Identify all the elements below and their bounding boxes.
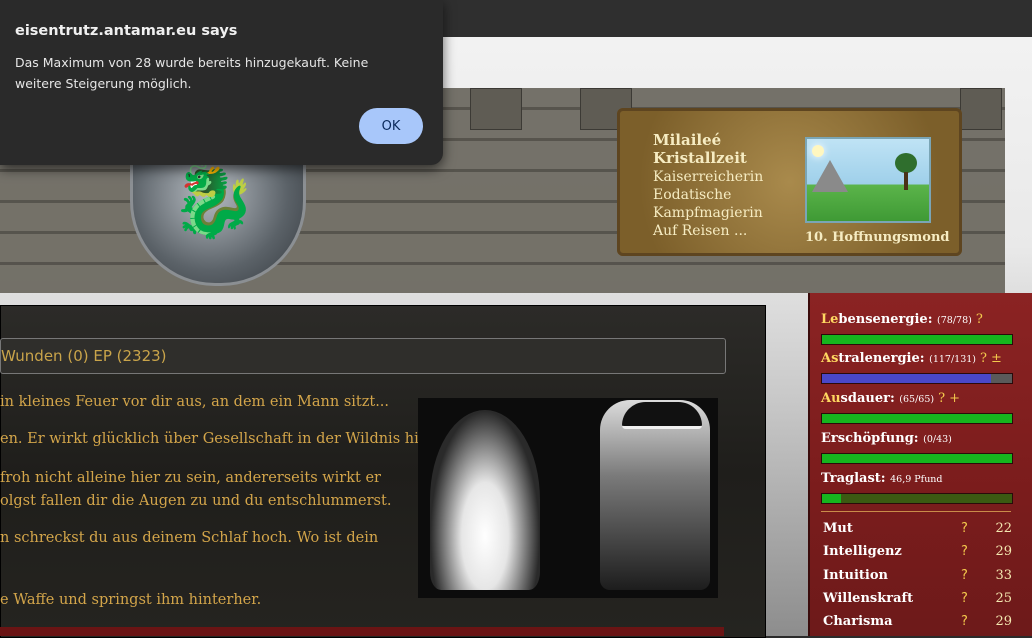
help-icon[interactable]: ? xyxy=(961,544,968,559)
character-name-line1: Milaileé xyxy=(653,131,722,149)
stats-divider xyxy=(821,511,1011,512)
ausdauer-label: Ausdauer: (65/65)? + xyxy=(821,391,960,406)
attr-intelligenz[interactable]: Intelligenz xyxy=(823,544,902,559)
castle-merlon xyxy=(470,88,522,130)
story-line: in kleines Feuer vor dir aus, an dem ein… xyxy=(0,394,390,410)
help-icon[interactable]: ? xyxy=(961,591,968,606)
panel-header: Wunden (0) EP (2323) xyxy=(0,338,726,374)
alert-dialog: eisentrutz.antamar.eu says Das Maximum v… xyxy=(0,0,443,165)
help-icon[interactable]: ? xyxy=(980,351,987,366)
lebensenergie-label: Lebensenergie: (78/78)? xyxy=(821,312,983,327)
mountain-icon xyxy=(812,160,848,192)
tree-trunk xyxy=(904,172,908,190)
tree-icon xyxy=(895,153,917,173)
help-icon[interactable]: ? xyxy=(976,312,983,327)
story-line: n schreckst du aus deinem Schlaf hoch. W… xyxy=(0,530,379,546)
ok-button[interactable]: OK xyxy=(359,108,423,144)
story-line: froh nicht alleine hier zu sein, anderer… xyxy=(0,470,381,486)
attr-value: 29 xyxy=(995,544,1012,559)
castle-merlon xyxy=(960,88,1002,130)
regenerate-icon[interactable]: ± xyxy=(991,351,1002,366)
game-date: 10. Hoffnungsmond xyxy=(805,230,950,245)
attr-charisma[interactable]: Charisma xyxy=(823,614,893,629)
character-origin: Kaiserreicherin xyxy=(653,169,764,185)
story-line: en. Er wirkt glücklich über Gesellschaft… xyxy=(0,431,438,447)
traglast-label: Traglast: 46,9 Pfund xyxy=(821,471,943,486)
increase-icon[interactable]: + xyxy=(949,391,960,406)
ausdauer-bar xyxy=(821,413,1013,424)
wounds-ep-label: Wunden (0) EP (2323) xyxy=(1,347,167,365)
campfire-illustration xyxy=(430,410,540,590)
attr-value: 29 xyxy=(995,614,1012,629)
attr-value: 33 xyxy=(995,568,1012,583)
story-line: e Waffe und springst ihm hinterher. xyxy=(0,592,262,608)
alert-message: Das Maximum von 28 wurde bereits hinzuge… xyxy=(15,55,369,91)
character-profession-1: Eodatische xyxy=(653,187,732,203)
attr-value: 22 xyxy=(995,521,1012,536)
astralenergie-label: Astralenergie: (117/131)? ± xyxy=(821,351,1002,366)
dragon-emblem-icon: 🐉 xyxy=(170,160,258,242)
help-icon[interactable]: ? xyxy=(961,568,968,583)
character-status: Auf Reisen ... xyxy=(653,223,748,239)
story-line: olgst fallen dir die Augen zu und du ent… xyxy=(0,493,392,509)
help-icon[interactable]: ? xyxy=(961,521,968,536)
attr-value: 25 xyxy=(995,591,1012,606)
character-name-line2: Kristallzeit xyxy=(653,149,747,167)
erschoepfung-label: Erschöpfung: (0/43) xyxy=(821,431,952,446)
astralenergie-bar xyxy=(821,373,1013,384)
lebensenergie-bar xyxy=(821,334,1013,345)
character-name[interactable]: Milaileé Kristallzeit xyxy=(653,131,793,167)
sun-icon xyxy=(812,145,824,157)
attr-mut[interactable]: Mut xyxy=(823,521,853,536)
help-icon[interactable]: ? xyxy=(938,391,945,406)
attr-intuition[interactable]: Intuition xyxy=(823,568,888,583)
alert-title: eisentrutz.antamar.eu says xyxy=(15,23,238,39)
panel-bottom-bar xyxy=(0,627,724,636)
character-profession-2: Kampfmagierin xyxy=(653,205,763,221)
hat-illustration xyxy=(622,402,702,429)
help-icon[interactable]: ? xyxy=(961,614,968,629)
attr-willenskraft[interactable]: Willenskraft xyxy=(823,591,913,606)
traglast-bar xyxy=(821,493,1013,504)
erschoepfung-bar xyxy=(821,453,1013,464)
